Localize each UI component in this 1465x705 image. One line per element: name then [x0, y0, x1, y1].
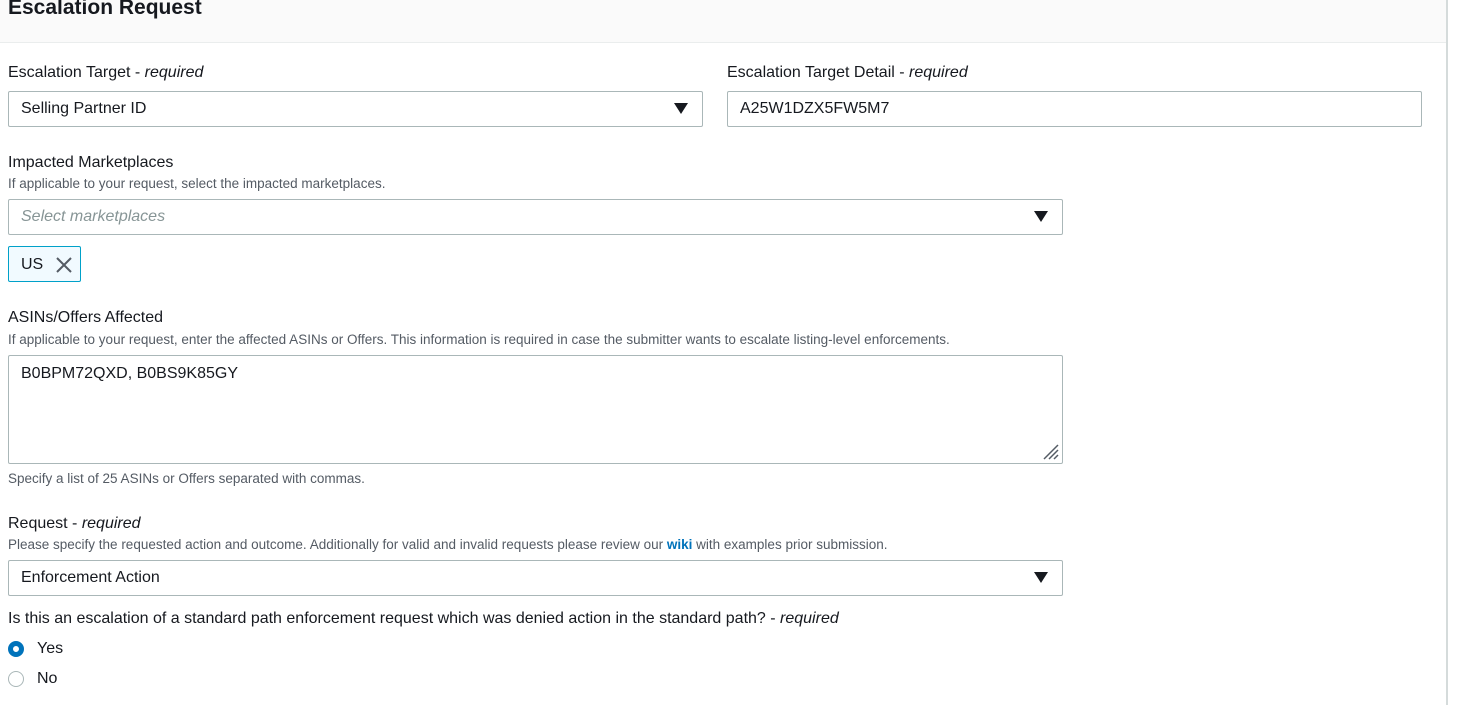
required-marker: required	[909, 64, 968, 81]
request-label: Request - required	[8, 515, 141, 532]
escalation-target-detail-input[interactable]: A25W1DZX5FW5M7	[727, 91, 1422, 127]
impacted-marketplaces-placeholder: Select marketplaces	[21, 208, 166, 225]
required-marker: required	[144, 64, 204, 81]
impacted-marketplaces-description: If applicable to your request, select th…	[8, 176, 386, 191]
request-description-before: Please specify the requested action and …	[8, 537, 667, 552]
close-icon[interactable]	[55, 256, 73, 274]
asins-label: ASINs/Offers Affected	[8, 309, 164, 326]
request-label-text: Request	[8, 515, 68, 532]
caret-down-icon	[1034, 572, 1048, 583]
caret-down-icon	[674, 103, 688, 114]
radio-no[interactable]	[8, 671, 24, 687]
escalation-question-label: Is this an escalation of a standard path…	[8, 610, 839, 627]
impacted-marketplaces-multiselect[interactable]: Select marketplaces	[8, 199, 1063, 235]
escalation-target-selected-value: Selling Partner ID	[21, 100, 147, 117]
asins-constraint-text: Specify a list of 25 ASINs or Offers sep…	[8, 471, 365, 486]
asins-description: If applicable to your request, enter the…	[8, 332, 950, 347]
page-title: Escalation Request	[8, 0, 202, 19]
escalation-target-label-text: Escalation Target	[8, 64, 131, 81]
radio-yes-label[interactable]: Yes	[37, 639, 63, 659]
request-select[interactable]: Enforcement Action	[8, 560, 1063, 596]
page-right-border	[1446, 0, 1465, 705]
escalation-target-detail-label: Escalation Target Detail - required	[727, 64, 968, 81]
resize-handle-icon[interactable]	[1038, 439, 1060, 461]
escalation-question-text: Is this an escalation of a standard path…	[8, 610, 766, 627]
asins-value: B0BPM72QXD, B0BS9K85GY	[21, 365, 238, 382]
escalation-target-detail-value: A25W1DZX5FW5M7	[740, 100, 890, 117]
escalation-request-form: Escalation Request Escalation Target - r…	[0, 0, 1446, 705]
radio-yes[interactable]	[8, 641, 24, 657]
caret-down-icon	[1034, 211, 1048, 222]
marketplace-token-label: US	[21, 256, 44, 273]
escalation-target-detail-label-text: Escalation Target Detail	[727, 64, 895, 81]
radio-no-label[interactable]: No	[37, 669, 57, 689]
wiki-link[interactable]: wiki	[667, 537, 693, 552]
request-description-after: with examples prior submission.	[692, 537, 888, 552]
request-description: Please specify the requested action and …	[8, 536, 887, 554]
impacted-marketplaces-label: Impacted Marketplaces	[8, 154, 174, 171]
form-header: Escalation Request	[0, 0, 1446, 43]
required-marker: required	[780, 610, 839, 627]
required-marker: required	[81, 515, 141, 532]
request-selected-value: Enforcement Action	[21, 569, 160, 586]
asins-textarea[interactable]: B0BPM72QXD, B0BS9K85GY	[8, 355, 1063, 464]
escalation-target-label: Escalation Target - required	[8, 64, 204, 81]
marketplace-token-us: US	[8, 246, 81, 282]
escalation-target-select[interactable]: Selling Partner ID	[8, 91, 703, 127]
